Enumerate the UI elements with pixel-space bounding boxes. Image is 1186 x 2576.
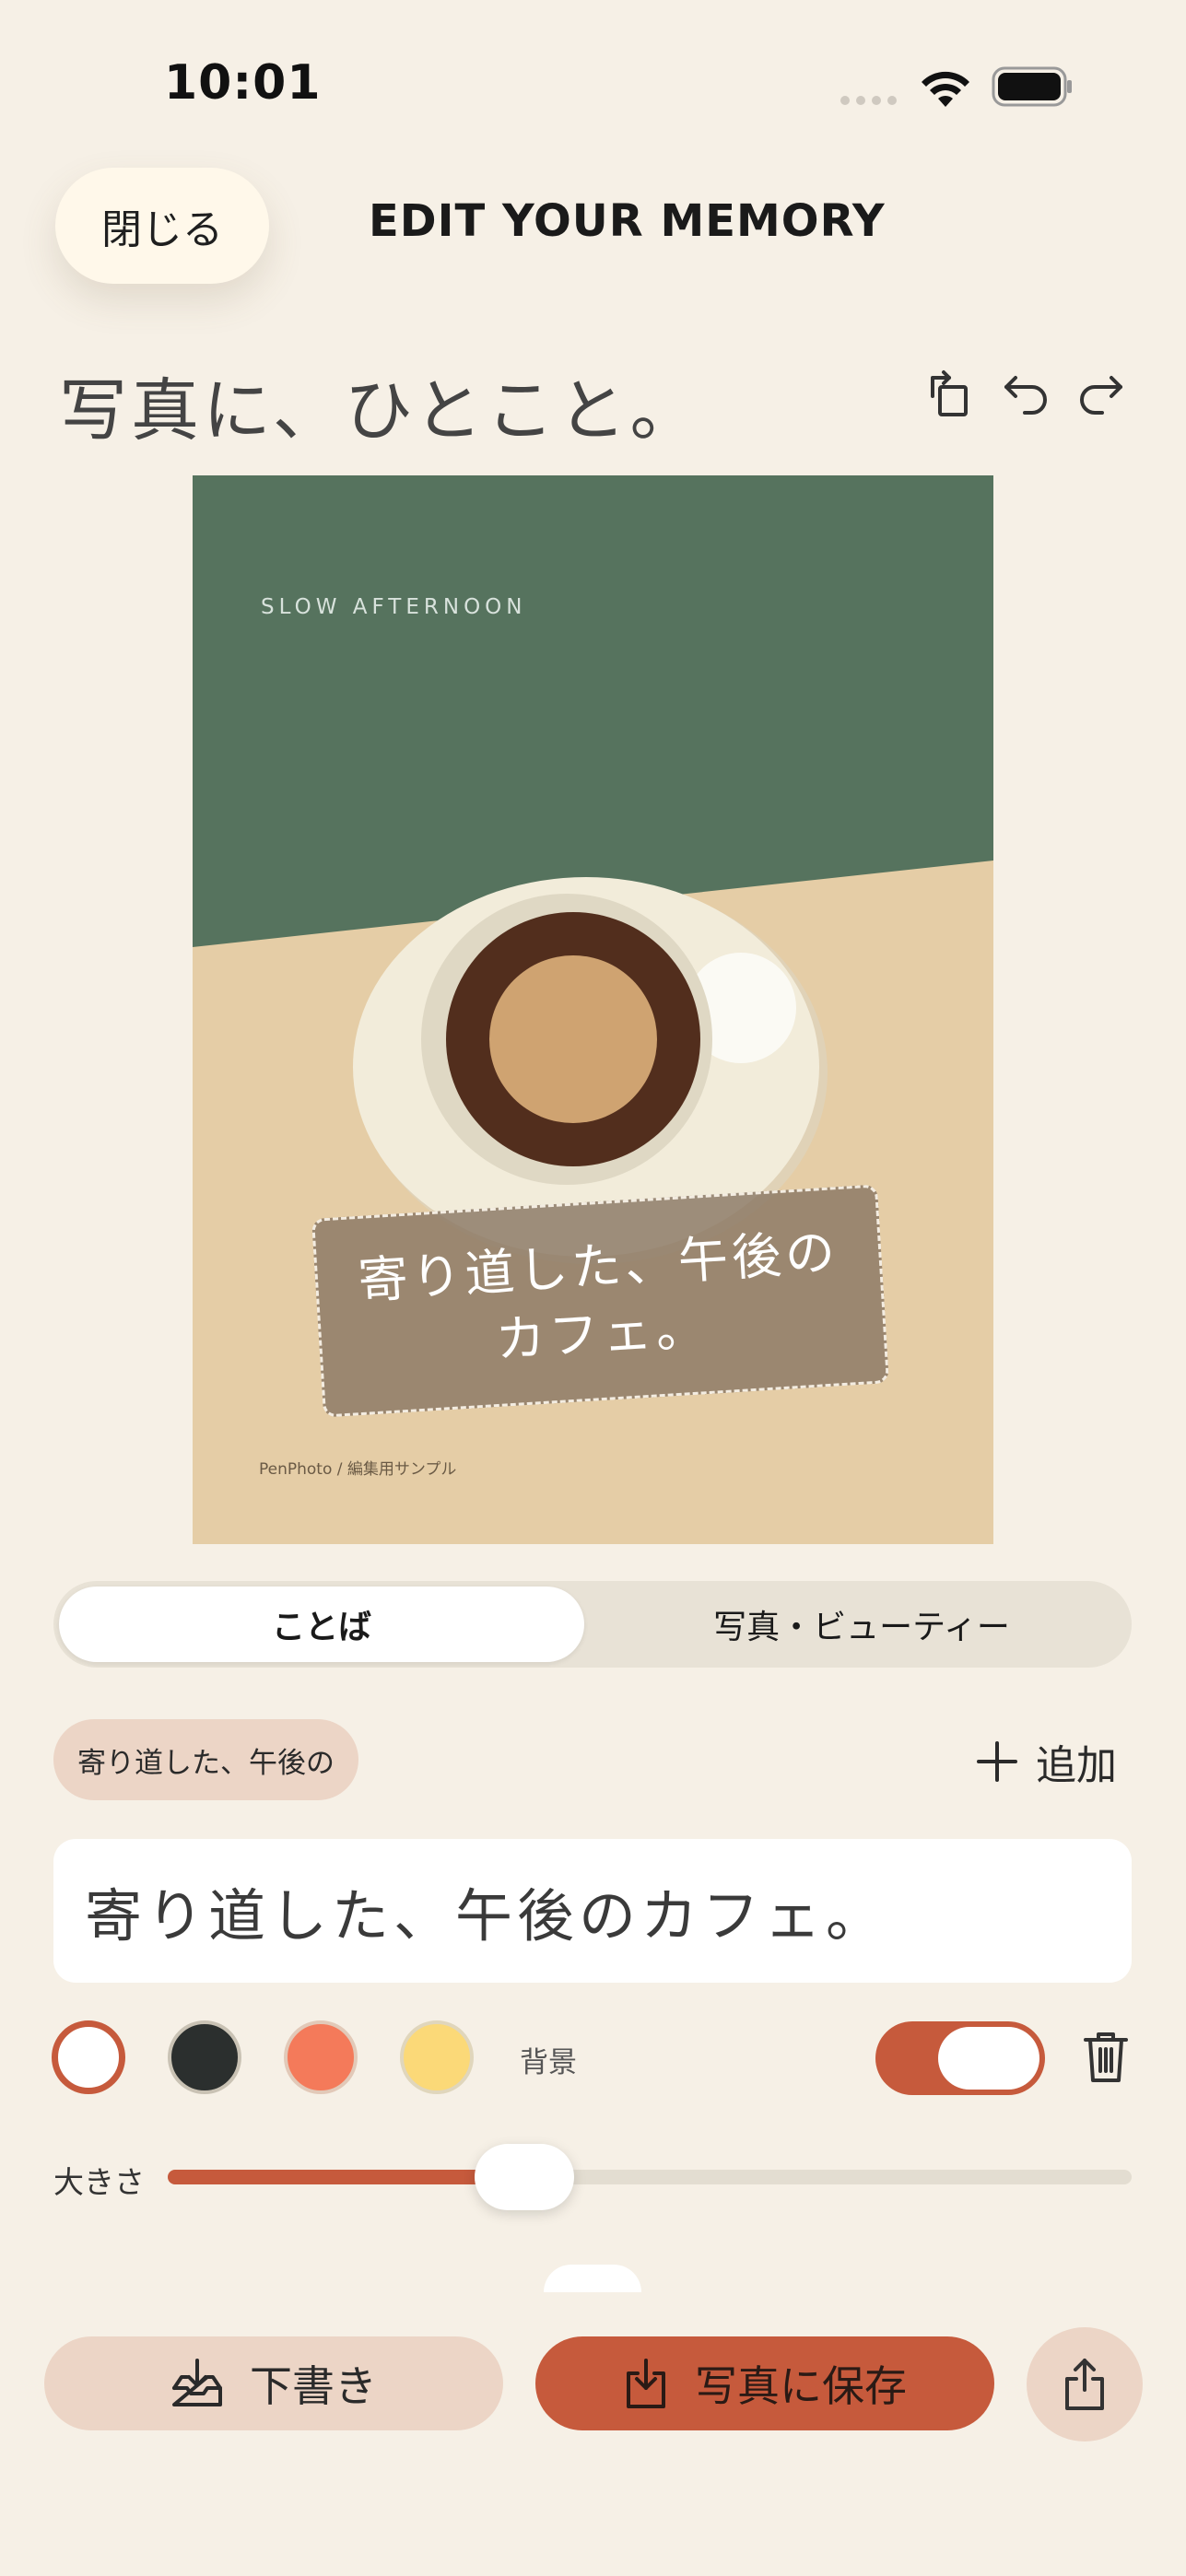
wifi-icon xyxy=(922,71,969,107)
share-icon xyxy=(1065,2359,1104,2410)
color-swatch-yellow[interactable] xyxy=(400,2020,474,2094)
color-swatch-coral[interactable] xyxy=(284,2020,358,2094)
status-time: 10:01 xyxy=(164,55,322,111)
background-label: 背景 xyxy=(520,2046,577,2079)
rotate-icon[interactable] xyxy=(922,365,981,424)
add-label: 追加 xyxy=(1036,1742,1117,1789)
save-to-photos-button[interactable]: 写真に保存 xyxy=(535,2336,994,2430)
share-button[interactable] xyxy=(1027,2327,1143,2441)
text-input[interactable]: 寄り道した、午後のカフェ。 xyxy=(53,1839,1132,1983)
tab-segment: ことば 写真・ビューティー xyxy=(53,1581,1132,1668)
size-slider-fill xyxy=(168,2170,525,2184)
background-toggle[interactable] xyxy=(875,2021,1045,2095)
close-button[interactable]: 閉じる xyxy=(55,168,269,284)
download-icon xyxy=(627,2359,665,2408)
photo-canvas[interactable]: SLOW AFTERNOON 寄り道した、午後のカフェ。 PenPhoto / … xyxy=(193,475,993,1544)
plus-icon xyxy=(977,1741,1017,1782)
inbox-download-icon xyxy=(172,2359,222,2406)
battery-icon xyxy=(992,66,1072,107)
cellular-signal-icon xyxy=(840,96,897,105)
color-swatch-black[interactable] xyxy=(168,2020,241,2094)
sticker-text: 寄り道した、午後のカフェ。 xyxy=(356,1223,840,1369)
text-layer-chip[interactable]: 寄り道した、午後の xyxy=(53,1719,358,1800)
tab-words[interactable]: ことば xyxy=(59,1587,584,1662)
page-title: 写真に、ひとこと。 xyxy=(59,371,702,451)
trash-icon[interactable] xyxy=(1082,2029,1130,2084)
redo-icon[interactable] xyxy=(1071,365,1130,424)
photo-credit: PenPhoto / 編集用サンプル xyxy=(259,1460,457,1479)
save-label: 写真に保存 xyxy=(695,2362,907,2410)
color-swatch-white[interactable] xyxy=(52,2020,125,2094)
draft-label: 下書き xyxy=(250,2362,377,2410)
undo-icon[interactable] xyxy=(997,365,1056,424)
header-title: EDIT YOUR MEMORY xyxy=(369,195,886,247)
tab-photo-beauty[interactable]: 写真・ビューティー xyxy=(597,1587,1126,1662)
size-slider-thumb[interactable] xyxy=(475,2144,575,2210)
size-slider[interactable] xyxy=(168,2170,1132,2184)
photo-caption: SLOW AFTERNOON xyxy=(261,595,527,619)
size-label: 大きさ xyxy=(53,2164,145,2200)
toggle-knob xyxy=(938,2027,1039,2090)
add-text-button[interactable]: 追加 xyxy=(977,1732,1117,1791)
secondary-slider-thumb[interactable] xyxy=(544,2265,641,2292)
text-sticker[interactable]: 寄り道した、午後のカフェ。 xyxy=(311,1184,890,1418)
draft-button[interactable]: 下書き xyxy=(44,2336,503,2430)
